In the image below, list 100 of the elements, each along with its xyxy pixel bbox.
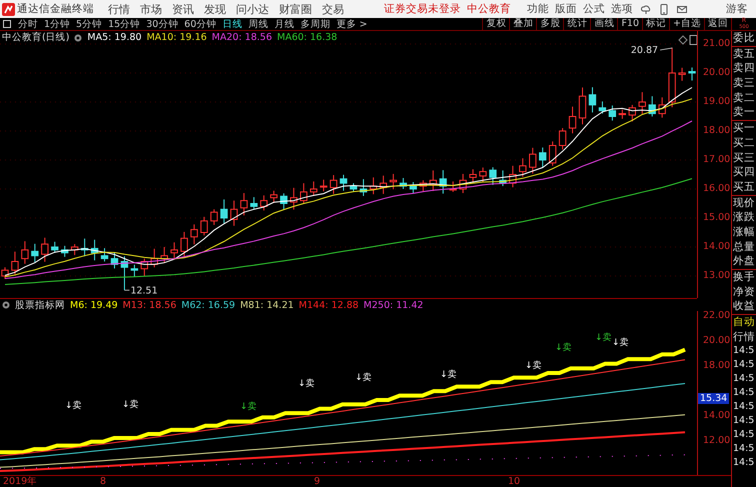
quote-label: 买二 [732,136,756,150]
indicator-title: 股票指标网 [15,298,65,312]
candlestick [578,87,586,125]
sell-signal-label: ↓卖 [355,373,372,383]
indicator-value: MA5: 19.80 [87,32,142,43]
toolbar-button[interactable]: 多股 [536,18,564,30]
candlestick [499,170,507,187]
sell-signal-label: ↓卖 [525,361,542,371]
sell-signal-label: ↓卖 [65,401,82,411]
candlestick [608,104,616,122]
period-tab[interactable]: 日线 [219,18,246,30]
menu-item[interactable]: 版面 [555,2,577,16]
period-tab[interactable]: 月线 [271,18,298,30]
candlestick [509,165,516,188]
indicator-value: MA20: 18.56 [212,32,272,43]
candlestick [489,166,497,186]
toolbar-button[interactable]: 标记 [642,18,670,30]
mode-label[interactable]: 自动 [732,315,756,330]
high-price-label: 20.87 [630,45,658,56]
quote-label: 买三 [732,150,756,166]
menu-item[interactable]: 功能 [527,2,549,16]
toolbar-button[interactable]: 画线 [590,18,618,30]
price-tick: 14.00 [703,241,730,252]
app-title: 通达信金融终端 [17,2,94,16]
menu-item[interactable]: 发现 [204,2,226,16]
phone-icon[interactable] [659,4,669,14]
price-tick: 19.00 [703,96,730,107]
toolbar-button[interactable]: F10 [617,18,642,30]
period-tab[interactable]: 更多 > [333,18,370,30]
candlestick [370,176,378,195]
indicator-value: M81: 14.21 [240,300,294,310]
candlestick [519,158,526,178]
menu-item[interactable]: 行情 [108,2,130,16]
quote-label: 收益 [732,299,756,314]
period-tab[interactable]: 60分钟 [181,18,220,30]
indicator-value: M144: 12.88 [298,300,359,310]
account-name[interactable]: 中公教育 [467,2,511,16]
candlestick [429,170,437,192]
indicator-value: M13: 18.56 [122,300,176,310]
candlestick [390,173,397,190]
candlestick [11,251,19,275]
menu-item[interactable]: 市场 [140,2,162,16]
candlestick [230,200,238,226]
candlestick [618,109,626,120]
settings-icon[interactable] [2,301,10,309]
stock-title: 中公教育(日线) [2,31,70,44]
candlestick [180,231,188,258]
quote-label: 换手 [732,270,756,285]
quote-label: 涨跌 [732,210,756,225]
menu-item[interactable]: 选项 [611,2,633,16]
toolbar-button[interactable]: +自选 [669,18,704,30]
panel-toggle-icon[interactable] [3,20,11,28]
indicator-value: MA60: 16.38 [277,32,338,43]
period-tab[interactable]: 30分钟 [143,18,182,30]
low-price-label: 12.51 [130,286,158,297]
current-value-label: 15.34 [698,393,730,404]
price-tick: 16.00 [703,183,730,194]
quote-label: 卖一 [732,105,756,120]
mail-icon[interactable] [677,4,687,14]
toolbar-button[interactable]: 返回 [704,18,731,30]
quote-label: 总量 [732,240,756,254]
window-icon[interactable] [690,35,697,45]
period-tab[interactable]: 分时 [15,18,41,30]
toolbar-button[interactable]: 叠加 [509,18,536,30]
candlestick [270,190,278,204]
menu-item[interactable]: 问小达 [236,2,269,16]
cloud-icon[interactable] [641,4,651,14]
value-tick: 20.00 [703,335,730,346]
date-label: 9 [314,476,320,487]
toolbar-button[interactable]: 统计 [563,18,590,30]
quote-label: 买一 [732,121,756,136]
date-label: 2019年 [3,476,38,487]
diamond-icon[interactable] [678,35,688,45]
toolbar-button[interactable]: 复权 [482,18,510,30]
period-tab[interactable]: 周线 [245,18,272,30]
candlestick [360,178,368,196]
date-label: 8 [100,476,106,487]
period-tab[interactable]: 1分钟 [41,18,74,30]
candlestick [130,264,138,278]
feed-label[interactable]: 行情 [732,330,756,344]
candlestick [410,182,417,194]
period-tab[interactable]: 5分钟 [73,18,106,30]
period-tab[interactable]: 15分钟 [105,18,144,30]
menu-item[interactable]: 公式 [583,2,605,16]
period-tab[interactable]: 多周期 [297,18,334,30]
sell-signal-label: ↓卖 [440,370,457,380]
menu-item[interactable]: 财富圈 [279,2,312,16]
candlestick [529,147,536,174]
candlestick [170,242,178,259]
sell-signal-label: ↓卖 [595,333,612,343]
menu-item[interactable]: 资讯 [172,2,194,16]
candlestick [459,173,467,194]
candlestick [668,47,676,108]
menu-item[interactable]: 交易 [322,2,344,16]
candlestick [110,252,118,269]
candlestick [140,258,148,277]
settings-icon[interactable] [74,34,82,42]
login-notice[interactable]: 证券交易未登录 [384,2,461,16]
user-name[interactable]: 游客 [726,2,748,16]
candlestick [240,192,248,216]
